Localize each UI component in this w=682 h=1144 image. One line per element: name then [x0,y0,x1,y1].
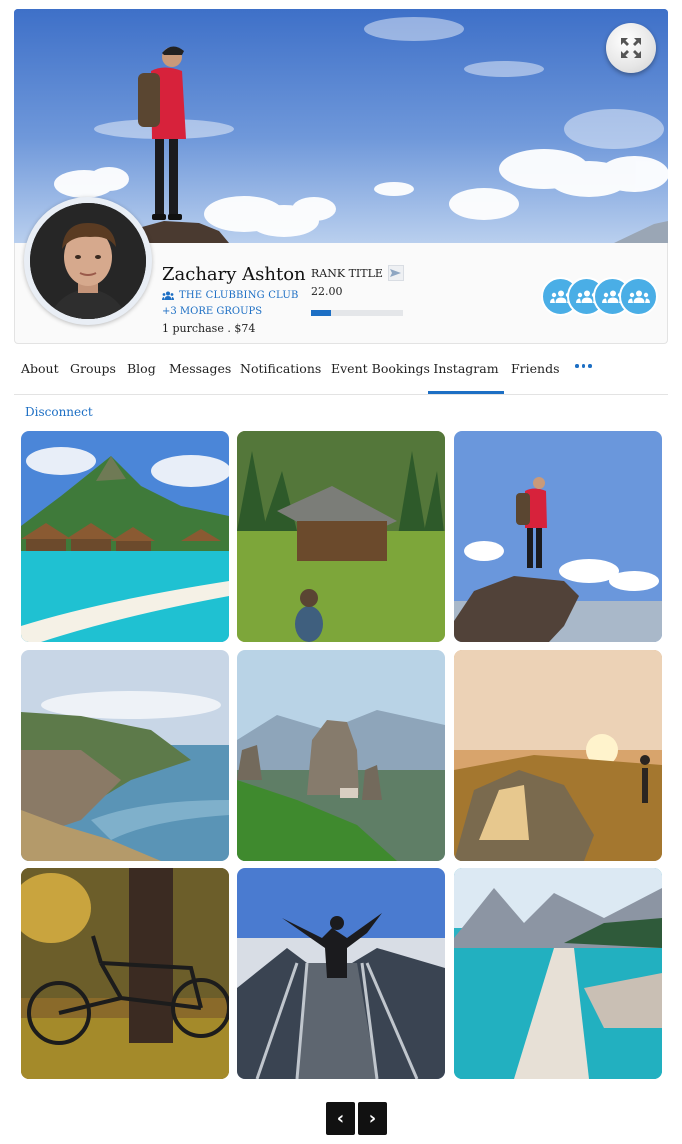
profile-tabs: About Groups Blog Messages Notifications… [14,350,668,395]
more-groups-link[interactable]: +3 MORE GROUPS [162,306,262,317]
club-link[interactable]: THE CLUBBING CLUB [162,290,299,301]
photo-rock-pillars-valley [237,650,445,861]
expand-cover-button[interactable] [606,23,656,73]
rank-title: RANK TITLE [311,265,404,281]
rank-title-label: RANK TITLE [311,266,383,280]
instagram-photo[interactable] [21,868,229,1079]
profile-page: Zachary Ashton THE CLUBBING CLUB +3 MORE… [0,0,682,1144]
photo-turquoise-lake-log [454,868,662,1079]
group-badges [541,277,659,316]
tab-notifications[interactable]: Notifications [240,350,321,394]
tab-groups[interactable]: Groups [70,350,116,394]
next-page-button[interactable]: › [358,1102,387,1135]
instagram-photo[interactable] [21,650,229,861]
disconnect-link[interactable]: Disconnect [25,405,93,419]
expand-icon [621,38,641,58]
photo-hiker-on-rock [454,431,662,642]
prev-page-button[interactable]: ‹ [326,1102,355,1135]
instagram-photo[interactable] [237,431,445,642]
group-icon [627,290,650,303]
club-name: THE CLUBBING CLUB [179,290,299,301]
rank-points: 22.00 [311,285,343,298]
tab-friends[interactable]: Friends [511,350,560,394]
photo-tropical-bungalows [21,431,229,642]
instagram-photo[interactable] [237,650,445,861]
instagram-photo[interactable] [454,431,662,642]
users-icon [162,291,174,300]
more-tabs-icon[interactable] [575,364,592,368]
photo-person-on-walkway [237,868,445,1079]
tab-messages[interactable]: Messages [169,350,231,394]
instagram-photo[interactable] [454,868,662,1079]
photo-tent-at-sunset [454,650,662,861]
profile-name: Zachary Ashton [162,264,306,285]
purchase-summary: 1 purchase . $74 [162,322,256,335]
avatar-image [30,203,146,319]
rank-progress-bar [311,310,403,316]
tab-about[interactable]: About [21,350,59,394]
tab-blog[interactable]: Blog [127,350,156,394]
photo-bicycle-by-tree [21,868,229,1079]
avatar[interactable] [24,197,152,325]
group-badge[interactable] [619,277,658,316]
photo-wooden-cabin-meadow [237,431,445,642]
rank-flag-icon [387,265,404,281]
tab-instagram[interactable]: Instagram [428,350,504,394]
tab-event-bookings[interactable]: Event Bookings [331,350,430,394]
photo-coastal-cliffs [21,650,229,861]
instagram-photo[interactable] [454,650,662,861]
instagram-photo[interactable] [237,868,445,1079]
instagram-photo[interactable] [21,431,229,642]
rank-progress-fill [311,310,332,316]
